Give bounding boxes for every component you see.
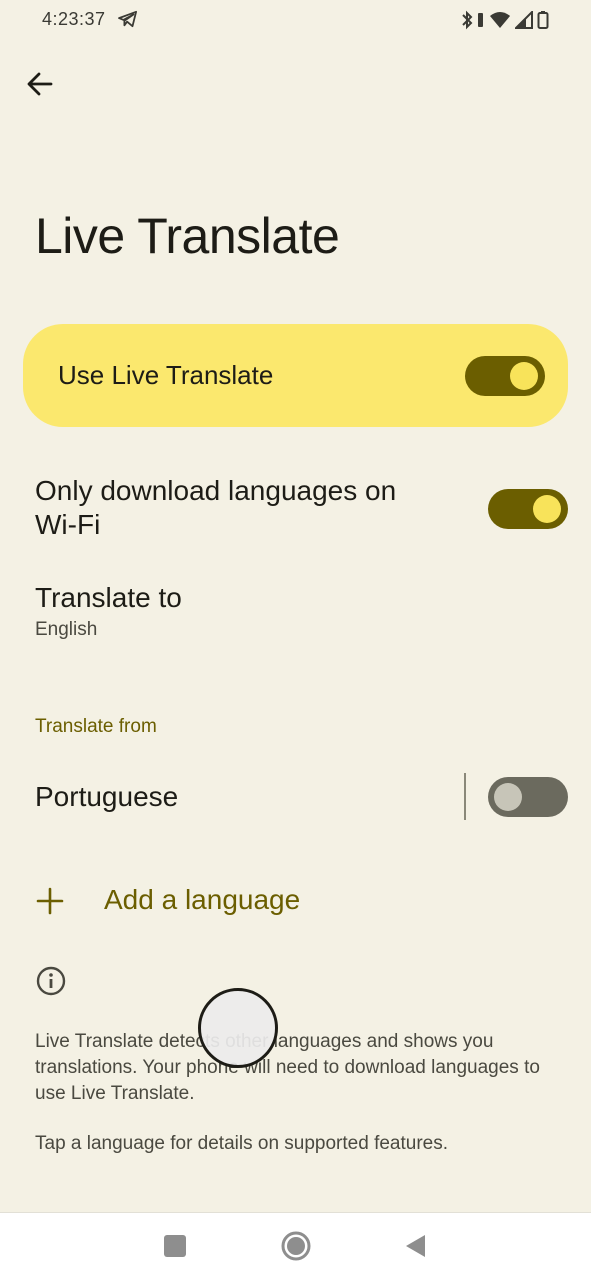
toggle-knob [510, 362, 538, 390]
wifi-only-toggle[interactable] [488, 489, 568, 529]
touch-indicator [198, 988, 278, 1068]
recents-button[interactable] [164, 1235, 186, 1257]
translate-from-header: Translate from [35, 716, 157, 737]
signal-icon [515, 11, 533, 29]
battery-icon [537, 11, 549, 29]
portuguese-toggle[interactable] [488, 777, 568, 817]
navigation-bar [0, 1212, 591, 1281]
use-live-translate-card[interactable]: Use Live Translate [23, 324, 568, 427]
back-button[interactable] [22, 66, 58, 102]
translate-to-label: Translate to [35, 582, 182, 613]
add-language-label: Add a language [104, 884, 301, 915]
home-button[interactable] [280, 1230, 312, 1262]
wifi-only-row[interactable]: Only download languages on Wi-Fi [0, 470, 591, 550]
nav-back-button[interactable] [404, 1234, 428, 1258]
info-paragraph: Live Translate detects other languages a… [35, 1031, 540, 1104]
wifi-only-label: Only download languages on Wi-Fi [35, 475, 397, 540]
telegram-icon [118, 10, 137, 28]
language-row-portuguese[interactable]: Portuguese [0, 770, 455, 825]
divider [464, 773, 466, 820]
info-paragraph-tap: Tap a language for details on supported … [35, 1133, 449, 1154]
translate-to-row[interactable]: Translate to English [0, 576, 591, 656]
bluetooth-icon [462, 10, 473, 30]
status-time: 4:23:37 [42, 9, 106, 29]
plus-icon [36, 887, 64, 915]
page-title: Live Translate [35, 208, 340, 264]
status-icons [461, 9, 549, 31]
use-live-translate-toggle[interactable] [465, 356, 545, 396]
vibrate-icon [478, 13, 483, 27]
use-live-translate-label: Use Live Translate [58, 360, 274, 390]
language-label: Portuguese [35, 781, 179, 812]
add-language-button[interactable]: Add a language [35, 880, 335, 924]
info-icon [36, 966, 66, 996]
translate-to-value: English [35, 619, 98, 640]
toggle-knob [533, 495, 561, 523]
status-bar: 4:23:37 [0, 0, 591, 44]
toggle-knob [494, 783, 522, 811]
wifi-icon [490, 12, 510, 28]
arrow-back-icon [27, 72, 53, 96]
